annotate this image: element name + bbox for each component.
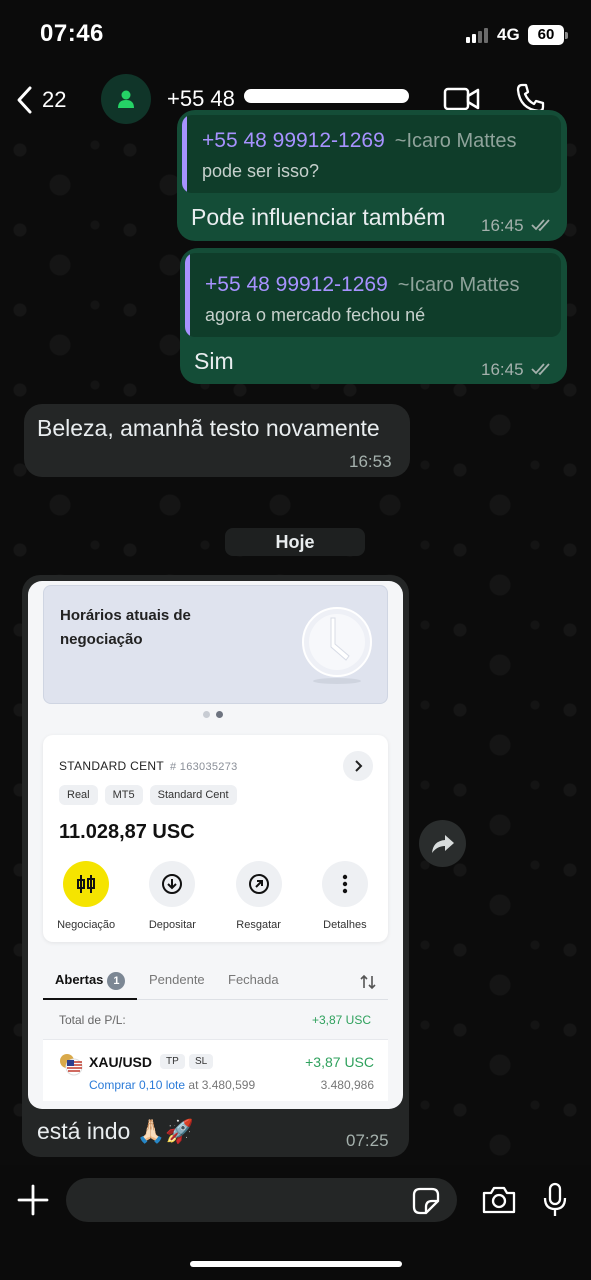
unread-count: 22 — [42, 87, 67, 112]
position-price: 3.480,986 — [320, 1078, 374, 1092]
image-caption: está indo 🙏🏻🚀 — [37, 1118, 195, 1144]
message-bubble-outgoing[interactable]: +55 48 99912-1269 ~Icaro Mattes agora o m… — [180, 248, 567, 384]
carousel-dots — [203, 711, 223, 718]
gold-usd-flag-icon — [60, 1054, 83, 1076]
clock-icon — [302, 607, 372, 684]
trading-hours-banner: Horários atuais de negociação — [43, 585, 388, 704]
message-input[interactable] — [66, 1178, 457, 1222]
total-pl-label: Total de P/L: — [59, 1013, 126, 1027]
redaction-scribble — [244, 89, 409, 103]
contact-name[interactable]: +55 48 — [167, 86, 235, 112]
quote-text: agora o mercado fechou né — [205, 305, 426, 325]
action-details: Detalhes — [305, 861, 385, 931]
message-text: Beleza, amanhã testo novamente — [37, 415, 380, 441]
message-text: Pode influenciar também — [191, 204, 446, 230]
message-bubble-outgoing[interactable]: +55 48 99912-1269 ~Icaro Mattes pode ser … — [177, 110, 567, 241]
forward-button[interactable] — [419, 820, 466, 867]
account-number: # 163035273 — [170, 761, 238, 773]
action-label: Resgatar — [236, 919, 281, 931]
position-row: XAU/USD TP SL +3,87 USC Comprar 0,10 lot… — [43, 1039, 388, 1101]
tab-pending: Pendente — [149, 972, 205, 987]
account-balance: 11.028,87 USC — [59, 821, 195, 843]
tab-underline — [43, 998, 137, 1000]
quoted-message[interactable]: +55 48 99912-1269 ~Icaro Mattes pode ser … — [182, 115, 561, 193]
account-chevron — [343, 751, 373, 781]
person-icon — [118, 90, 134, 108]
read-ticks-icon — [531, 219, 550, 232]
quote-text: pode ser isso? — [202, 161, 320, 181]
chevron-left-icon — [17, 86, 32, 114]
download-icon — [149, 861, 196, 907]
action-label: Detalhes — [323, 919, 367, 931]
tp-tag: TP — [160, 1054, 185, 1069]
quoted-message[interactable]: +55 48 99912-1269 ~Icaro Mattes agora o m… — [185, 253, 561, 337]
action-deposit: Depositar — [132, 861, 212, 931]
avatar[interactable] — [101, 74, 151, 124]
message-text: Sim — [194, 348, 234, 374]
total-pl-value: +3,87 USC — [311, 1013, 371, 1027]
action-withdraw: Resgatar — [219, 861, 299, 931]
message-composer — [0, 1165, 591, 1280]
message-bubble-incoming[interactable]: Beleza, amanhã testo novamente 16:53 — [24, 404, 410, 477]
position-tabs: Abertas 1 Pendente Fechada — [43, 964, 388, 1000]
position-detail: Comprar 0,10 lote at 3.480,599 — [89, 1078, 256, 1092]
read-ticks-icon — [531, 363, 550, 376]
position-symbol: XAU/USD — [89, 1054, 153, 1070]
action-label: Negociação — [57, 919, 116, 931]
account-name: STANDARD CENT # 163035273 — [59, 759, 238, 773]
message-time: 16:45 — [481, 360, 524, 379]
more-icon — [321, 861, 368, 907]
microphone-icon[interactable] — [542, 1182, 568, 1218]
back-button[interactable]: 22 — [14, 82, 66, 118]
tag: MT5 — [104, 785, 143, 805]
image-attachment[interactable]: Horários atuais de negociação STANDARD C… — [28, 581, 403, 1109]
quote-sender: +55 48 99912-1269 ~Icaro Mattes — [205, 273, 520, 296]
home-indicator — [190, 1261, 402, 1267]
date-separator: Hoje — [225, 528, 365, 556]
tag: Standard Cent — [149, 785, 237, 805]
tab-open: Abertas 1 — [55, 972, 126, 990]
sl-tag: SL — [189, 1054, 214, 1069]
message-time: 16:53 — [349, 452, 392, 471]
withdraw-icon — [235, 861, 282, 907]
account-actions: Negociação Depositar Resgatar Detalhes — [43, 861, 388, 931]
account-tags: Real MT5 Standard Cent — [59, 785, 237, 805]
position-pl: +3,87 USC — [305, 1054, 374, 1070]
header-cover — [0, 0, 591, 70]
tag: Real — [59, 785, 98, 805]
open-count-badge: 1 — [107, 972, 126, 990]
account-card: STANDARD CENT # 163035273 Real MT5 Standa… — [43, 735, 388, 942]
camera-icon[interactable] — [481, 1185, 517, 1215]
sort-icon — [360, 974, 376, 990]
action-trade: Negociação — [46, 861, 126, 931]
forward-icon — [431, 834, 454, 853]
tab-closed: Fechada — [228, 972, 279, 987]
message-time: 16:45 — [481, 216, 524, 235]
sticker-icon[interactable] — [412, 1187, 440, 1215]
banner-title: Horários atuais de negociação — [60, 607, 191, 648]
message-time: 07:25 — [346, 1131, 389, 1150]
attach-plus-icon[interactable] — [16, 1183, 50, 1217]
quote-sender: +55 48 99912-1269 ~Icaro Mattes — [202, 129, 517, 152]
video-call-icon[interactable] — [443, 85, 481, 113]
candlestick-icon — [63, 861, 110, 907]
action-label: Depositar — [148, 919, 196, 931]
chevron-right-icon — [355, 760, 363, 772]
